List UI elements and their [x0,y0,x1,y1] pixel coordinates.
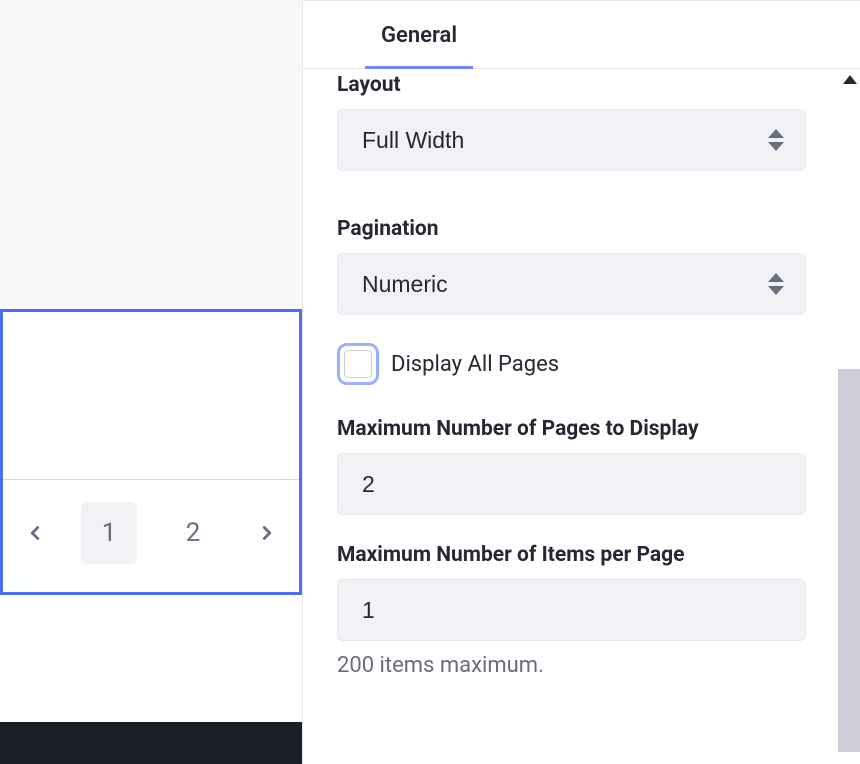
chevron-right-icon [256,522,278,544]
pagination-select[interactable]: Numeric [337,253,806,315]
checkbox-box-icon [344,350,372,378]
next-page-button[interactable] [249,515,285,551]
preview-blank-area [0,0,302,309]
pagination-preview: 1 2 [3,480,299,592]
max-pages-group: Maximum Number of Pages to Display [337,417,830,515]
prev-page-button[interactable] [17,515,53,551]
display-all-pages-checkbox[interactable] [337,343,379,385]
preview-selected-block[interactable]: 1 2 [0,309,302,595]
preview-content-area [3,312,299,480]
layout-select[interactable]: Full Width [337,109,806,171]
max-pages-label: Maximum Number of Pages to Display [337,417,830,441]
display-all-pages-group: Display All Pages [337,343,830,385]
preview-footer-bar [0,722,302,764]
max-items-label: Maximum Number of Items per Page [337,543,830,567]
max-items-input[interactable] [337,579,806,641]
display-all-pages-label: Display All Pages [391,352,559,377]
pagination-group: Pagination Numeric [337,217,830,315]
layout-group: Layout Full Width [337,73,830,171]
preview-panel: 1 2 [0,0,303,764]
settings-body: Layout Full Width Pagination Numeric [303,69,860,752]
settings-panel: General Layout Full Width Pagination [303,0,860,764]
chevron-left-icon [24,522,46,544]
max-pages-input[interactable] [337,453,806,515]
max-items-helper: 200 items maximum. [337,653,830,678]
max-items-group: Maximum Number of Items per Page 200 ite… [337,543,830,678]
scroll-up-arrow-icon[interactable] [843,75,857,84]
tab-general[interactable]: General [365,1,473,68]
layout-label: Layout [337,73,830,97]
pagination-label: Pagination [337,217,830,241]
page-number-1[interactable]: 1 [81,502,137,564]
settings-tabs: General [303,1,860,69]
page-number-2[interactable]: 2 [165,502,221,564]
